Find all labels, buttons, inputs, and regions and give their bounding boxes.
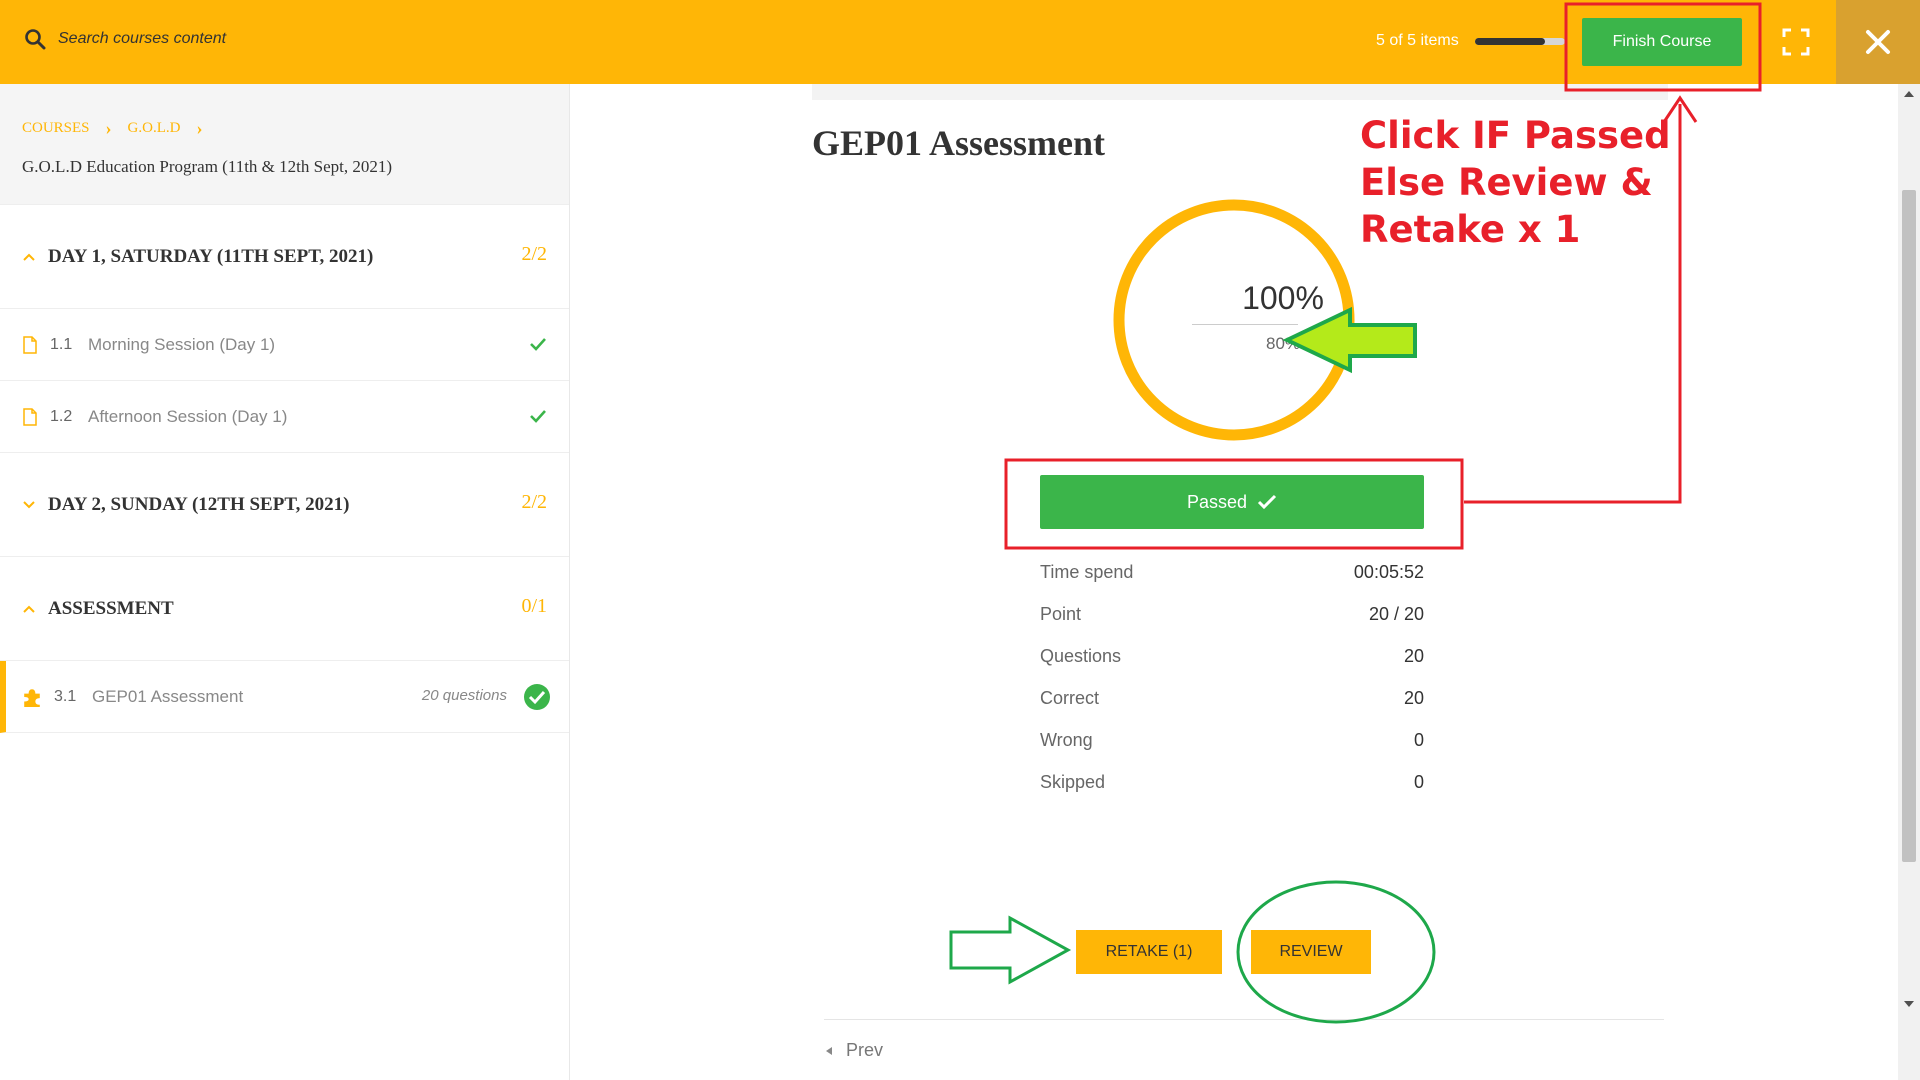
stat-label: Correct — [1040, 688, 1100, 708]
stat-label: Questions — [1040, 646, 1122, 666]
stat-row: Correct 20 — [1040, 688, 1424, 730]
review-button[interactable]: REVIEW — [1251, 930, 1371, 974]
section-title: DAY 2, SUNDAY (12TH SEPT, 2021) — [48, 493, 350, 515]
search-box[interactable]: Search courses content — [24, 28, 226, 50]
section-day-1[interactable]: DAY 1, SATURDAY (11TH SEPT, 2021) 2/2 — [0, 205, 569, 309]
close-icon — [1866, 30, 1890, 54]
result-divider — [1192, 324, 1298, 325]
check-icon — [530, 338, 546, 351]
course-progress-fill — [1475, 38, 1546, 45]
top-bar: Search courses content 5 of 5 items Fini… — [0, 0, 1920, 84]
section-count: 2/2 — [521, 243, 547, 265]
lesson-number: 1.1 — [50, 335, 73, 353]
passed-label: Passed — [1186, 491, 1248, 512]
lesson-name: Afternoon Session (Day 1) — [88, 406, 288, 426]
chevron-down-icon — [23, 500, 35, 508]
items-count: 5 of 5 items — [1376, 32, 1459, 49]
scroll-down-icon[interactable] — [1903, 1000, 1915, 1008]
stat-value: 0 — [1413, 772, 1424, 792]
content-divider — [824, 1019, 1664, 1020]
check-circle-icon — [524, 684, 550, 710]
stat-value: 20 / 20 — [1368, 604, 1424, 624]
lesson-item[interactable]: 1.2 Afternoon Session (Day 1) — [0, 381, 569, 453]
search-icon — [25, 29, 46, 50]
document-icon — [23, 335, 37, 354]
breadcrumb-gold[interactable]: G.O.L.D — [128, 120, 181, 137]
annotation-line: Else Review & — [1360, 161, 1653, 204]
chevron-right-icon: › — [105, 118, 112, 138]
retake-button[interactable]: RETAKE (1) — [1076, 930, 1222, 974]
stat-value: 20 — [1403, 688, 1424, 708]
result-percent: 100% — [1242, 280, 1324, 316]
section-count: 0/1 — [521, 595, 547, 617]
check-icon — [1257, 494, 1277, 510]
section-title: DAY 1, SATURDAY (11TH SEPT, 2021) — [48, 245, 374, 267]
fullscreen-icon[interactable] — [1782, 28, 1810, 56]
stat-label: Time spend — [1040, 562, 1134, 582]
caret-left-icon — [826, 1046, 832, 1055]
course-sidebar: COURSES › G.O.L.D › G.O.L.D Education Pr… — [0, 84, 570, 1080]
stat-label: Point — [1040, 604, 1082, 624]
lesson-name: GEP01 Assessment — [92, 686, 244, 706]
chevron-right-icon: › — [196, 118, 203, 138]
stat-value: 00:05:52 — [1353, 562, 1424, 582]
stat-value: 20 — [1403, 646, 1424, 666]
lesson-item-active[interactable]: 3.1 GEP01 Assessment 20 questions — [0, 661, 569, 733]
stat-label: Skipped — [1040, 772, 1106, 792]
puzzle-icon — [24, 688, 40, 707]
stat-row: Wrong 0 — [1040, 730, 1424, 772]
close-button[interactable] — [1836, 0, 1920, 84]
prev-label: Prev — [846, 1040, 884, 1060]
finish-course-button[interactable]: Finish Course — [1582, 18, 1742, 66]
content-top-strip — [812, 84, 1668, 100]
result-stats: Time spend 00:05:52 Point 20 / 20 Questi… — [1040, 562, 1424, 814]
passed-status: Passed — [1040, 475, 1424, 529]
course-title: G.O.L.D Education Program (11th & 12th S… — [22, 157, 393, 176]
search-input[interactable]: Search courses content — [58, 30, 226, 48]
chevron-up-icon — [23, 605, 35, 613]
annotation-line: Retake x 1 — [1360, 208, 1581, 251]
check-icon — [530, 410, 546, 423]
lesson-question-count: 20 questions — [421, 687, 507, 704]
chevron-up-icon — [23, 253, 35, 261]
stat-value: 0 — [1413, 730, 1424, 750]
passing-percent: 80% — [1265, 334, 1301, 353]
breadcrumb: COURSES › G.O.L.D › — [22, 118, 547, 139]
scrollbar[interactable] — [1898, 84, 1920, 1080]
prev-link[interactable]: Prev — [824, 1040, 883, 1061]
stat-row: Point 20 / 20 — [1040, 604, 1424, 646]
document-icon — [23, 407, 37, 426]
scroll-up-icon[interactable] — [1903, 90, 1915, 98]
scroll-thumb[interactable] — [1902, 190, 1916, 862]
breadcrumb-area: COURSES › G.O.L.D › G.O.L.D Education Pr… — [0, 84, 569, 205]
lesson-name: Morning Session (Day 1) — [88, 334, 276, 354]
stat-row: Skipped 0 — [1040, 772, 1424, 814]
section-count: 2/2 — [521, 491, 547, 513]
section-day-2[interactable]: DAY 2, SUNDAY (12TH SEPT, 2021) 2/2 — [0, 453, 569, 557]
section-title: ASSESSMENT — [48, 597, 174, 619]
page-title: GEP01 Assessment — [812, 123, 1106, 163]
stat-row: Time spend 00:05:52 — [1040, 562, 1424, 604]
section-assessment[interactable]: ASSESSMENT 0/1 — [0, 557, 569, 661]
lesson-number: 1.2 — [50, 407, 73, 425]
result-ring — [1113, 199, 1355, 441]
main-content: GEP01 Assessment 100% 80% Passed Time sp… — [570, 84, 1900, 1080]
lesson-number: 3.1 — [54, 687, 77, 705]
annotation-line: Click IF Passed — [1360, 114, 1671, 157]
stat-row: Questions 20 — [1040, 646, 1424, 688]
stat-label: Wrong — [1040, 730, 1093, 750]
annotation-text: Click IF Passed Else Review & Retake x 1 — [1360, 112, 1700, 253]
course-progress-bar — [1475, 38, 1565, 45]
lesson-item[interactable]: 1.1 Morning Session (Day 1) — [0, 309, 569, 381]
breadcrumb-courses[interactable]: COURSES — [22, 120, 90, 137]
